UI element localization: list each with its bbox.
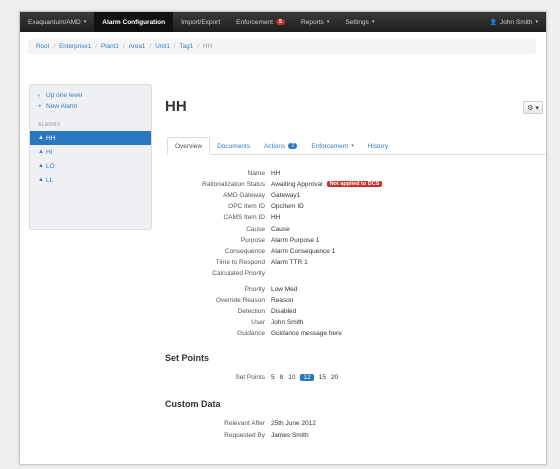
bell-icon: ▲	[38, 135, 44, 141]
tab-actions[interactable]: Actions 2	[257, 138, 304, 154]
detail-row-guidance: Guidance Guidance message here	[237, 329, 342, 337]
top-navbar: Exaquantum/AMD ▾ Alarm Configuration Impo…	[20, 12, 546, 32]
detail-row-override-reason: Override Reason Reason	[215, 296, 294, 304]
chevron-down-icon: ▾	[326, 19, 330, 25]
nav-exaquantum[interactable]: Exaquantum/AMD ▾	[20, 12, 94, 32]
detail-row-purpose: Purpose Alarm Purpose 1	[240, 236, 320, 244]
breadcrumb-separator: /	[197, 43, 200, 50]
gear-dropdown-button[interactable]: ⚙ ▾	[523, 101, 543, 114]
set-points-row: Set Points 5 8 10 12 15 20	[235, 373, 339, 381]
breadcrumb-separator: /	[173, 43, 176, 50]
detail-row-opc-item-id: OPC Item ID OpcItem ID	[228, 202, 304, 210]
user-icon: 👤	[489, 19, 497, 26]
detail-row-rationalization-status: Rationalization Status Awaiting Approval N…	[167, 179, 546, 190]
set-point-value: 20	[330, 373, 339, 381]
new-alarm-link[interactable]: + New Alarm	[30, 101, 151, 112]
tab-enforcement[interactable]: Enforcement ▾	[304, 138, 360, 154]
detail-tabs: Overview Documents Actions 2 Enforcement ▾…	[167, 137, 546, 155]
detail-row-user: User John Smith	[251, 318, 304, 326]
app-window: Exaquantum/AMD ▾ Alarm Configuration Impo…	[19, 11, 547, 465]
detail-row-amd-gateway: AMD Gateway Gateway1	[223, 191, 301, 199]
tab-documents[interactable]: Documents	[210, 138, 257, 154]
alarm-sidebar: ‹ Up one level + New Alarm ALARMS ▲ HH ▲ HI …	[29, 84, 152, 230]
bell-icon: ▲	[38, 163, 44, 169]
nav-reports[interactable]: Reports ▾	[293, 12, 337, 32]
breadcrumb-tag[interactable]: Tag1	[180, 43, 194, 50]
breadcrumb-area[interactable]: Area1	[129, 43, 146, 50]
detail-row-name: Name HH	[247, 169, 281, 177]
detail-row-cause: Cause Cause	[246, 225, 290, 233]
breadcrumb-unit[interactable]: Unit1	[155, 43, 170, 50]
bell-icon: ▲	[38, 177, 44, 183]
breadcrumb-plant[interactable]: Plant1	[101, 43, 119, 50]
not-applied-label: Not applied to DCS	[326, 181, 383, 188]
detail-row-detection: Detection Disabled	[237, 307, 297, 315]
breadcrumb-separator: /	[122, 43, 125, 50]
sidebar-item-hh[interactable]: ▲ HH	[30, 131, 151, 145]
page-title: HH	[165, 98, 187, 115]
sidebar-item-ll[interactable]: ▲ LL	[30, 173, 151, 187]
set-point-value-active: 12	[300, 373, 314, 381]
set-point-value: 5	[271, 373, 275, 381]
chevron-down-icon: ▾	[351, 143, 354, 149]
breadcrumb-separator: /	[53, 43, 56, 50]
detail-row-calculated-priority: Calculated Priority	[212, 269, 265, 277]
chevron-down-icon: ▾	[535, 19, 538, 25]
detail-row-consequence: Consequence Alarm Consequence 1	[224, 247, 336, 255]
tab-overview[interactable]: Overview	[167, 137, 211, 155]
chevron-down-icon: ▾	[371, 19, 375, 25]
custom-data-heading: Custom Data	[165, 399, 221, 409]
nav-alarm-configuration[interactable]: Alarm Configuration	[94, 12, 174, 32]
sidebar-item-hi[interactable]: ▲ HI	[30, 145, 151, 159]
breadcrumb-enterprise[interactable]: Enterprise1	[59, 43, 91, 50]
gear-icon: ⚙ ▾	[527, 104, 539, 112]
bell-icon: ▲	[38, 149, 44, 155]
set-point-value: 15	[318, 373, 326, 381]
set-point-value: 10	[288, 373, 296, 381]
set-point-value: 8	[279, 373, 284, 381]
plus-icon: +	[38, 103, 42, 110]
detail-row-time-to-respond: Time to Respond Alarm TTR 1	[215, 258, 308, 266]
chevron-down-icon: ▾	[83, 19, 87, 25]
set-points-heading: Set Points	[165, 353, 210, 363]
sidebar-item-lo[interactable]: ▲ LO	[30, 159, 151, 173]
detail-row-priority: Priority Low Med	[244, 285, 298, 293]
enforcement-count-badge: 5	[275, 19, 286, 25]
breadcrumb: Root / Enterprise1/ Plant1/ Area1/ Unit1/…	[28, 39, 536, 54]
chevron-left-icon: ‹	[38, 92, 41, 99]
nav-user-menu[interactable]: 👤 John Smith ▾	[481, 12, 546, 32]
nav-import-export[interactable]: Import/Export	[173, 12, 228, 32]
custom-row-requested-by: Requested By James Smith	[224, 431, 309, 439]
detail-row-cams-item-id: CAMS Item ID HH	[223, 213, 281, 221]
breadcrumb-root[interactable]: Root	[36, 43, 49, 50]
breadcrumb-separator: /	[149, 43, 152, 50]
actions-count-badge: 2	[288, 143, 298, 149]
nav-enforcement[interactable]: Enforcement 5	[228, 12, 293, 32]
custom-row-relevant-after: Relevant After 25th June 2012	[224, 419, 316, 427]
breadcrumb-separator: /	[95, 43, 98, 50]
alarms-heading: ALARMS	[38, 122, 61, 128]
breadcrumb-current: HH	[203, 43, 213, 50]
up-one-level-link[interactable]: ‹ Up one level	[30, 90, 151, 101]
tab-history[interactable]: History	[361, 138, 395, 154]
nav-settings[interactable]: Settings ▾	[337, 12, 382, 32]
